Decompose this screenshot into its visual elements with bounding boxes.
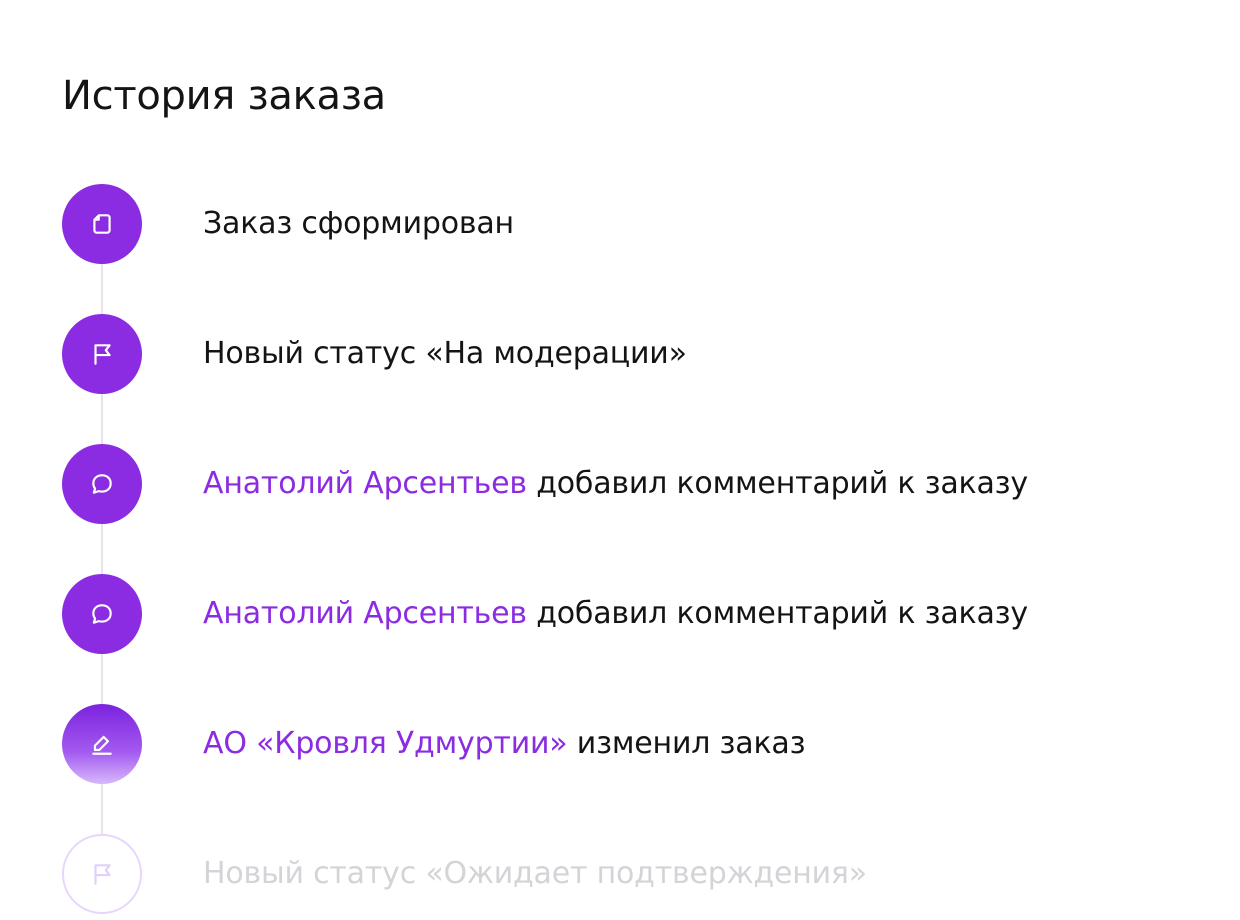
event-text: Заказ сформирован bbox=[203, 184, 514, 264]
event-text: Анатолий Арсентьев добавил комментарий к… bbox=[203, 574, 1028, 654]
event-dot bbox=[62, 184, 142, 264]
actor-link[interactable]: АО «Кровля Удмуртии» bbox=[203, 726, 568, 761]
event-dot bbox=[62, 834, 142, 914]
actor-link[interactable]: Анатолий Арсентьев bbox=[203, 596, 527, 631]
history-event-created: Заказ сформирован bbox=[62, 184, 1202, 264]
event-text: Анатолий Арсентьев добавил комментарий к… bbox=[203, 444, 1028, 524]
order-history-page: История заказа Заказ сформирован Новый с… bbox=[0, 0, 1240, 920]
edit-icon bbox=[92, 735, 112, 755]
history-event-comment: Анатолий Арсентьев добавил комментарий к… bbox=[62, 444, 1202, 524]
event-description: Заказ сформирован bbox=[203, 206, 514, 241]
flag-icon bbox=[94, 864, 111, 885]
event-description: добавил комментарий к заказу bbox=[526, 596, 1028, 631]
comment-icon bbox=[92, 604, 112, 624]
event-dot bbox=[62, 704, 142, 784]
history-event-edited: АО «Кровля Удмуртии» изменил заказ bbox=[62, 704, 1202, 784]
event-dot bbox=[62, 314, 142, 394]
event-text: Новый статус «На модерации» bbox=[203, 314, 687, 394]
history-event-status-awaiting: Новый статус «Ожидает подтверждения» bbox=[62, 834, 1202, 914]
comment-icon bbox=[92, 474, 112, 494]
history-event-comment: Анатолий Арсентьев добавил комментарий к… bbox=[62, 574, 1202, 654]
event-description: добавил комментарий к заказу bbox=[526, 466, 1028, 501]
actor-link[interactable]: Анатолий Арсентьев bbox=[203, 466, 527, 501]
event-dot bbox=[62, 444, 142, 524]
event-text: Новый статус «Ожидает подтверждения» bbox=[203, 834, 867, 914]
page-title: История заказа bbox=[62, 73, 386, 119]
flag-icon bbox=[94, 344, 111, 365]
history-event-status-moderation: Новый статус «На модерации» bbox=[62, 314, 1202, 394]
event-description: изменил заказ bbox=[567, 726, 806, 761]
event-description: Новый статус «Ожидает подтверждения» bbox=[203, 856, 867, 891]
event-description: Новый статус «На модерации» bbox=[203, 336, 687, 371]
event-dot bbox=[62, 574, 142, 654]
document-icon bbox=[93, 214, 111, 234]
event-text: АО «Кровля Удмуртии» изменил заказ bbox=[203, 704, 806, 784]
